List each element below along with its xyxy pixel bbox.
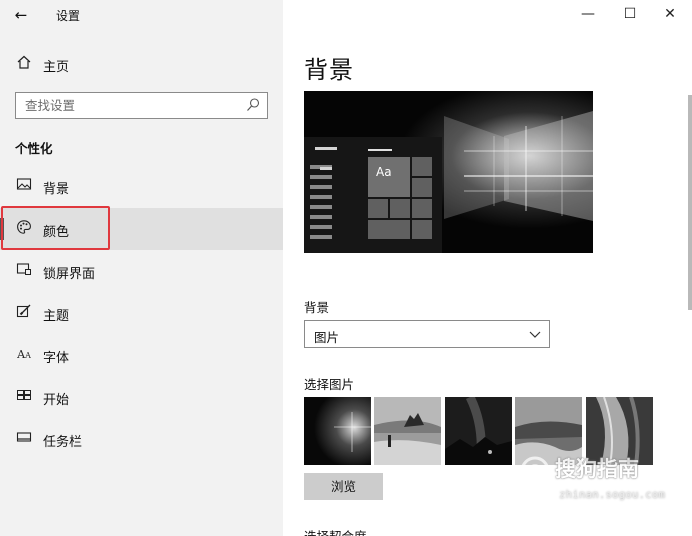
sidebar-item-start[interactable]: 开始 [0, 376, 283, 418]
sidebar-item-background[interactable]: 背景 [0, 165, 283, 207]
preview-bar [310, 215, 332, 219]
preview-bar [310, 175, 332, 179]
preview-tile [412, 157, 432, 176]
picture-thumbnail[interactable] [374, 397, 441, 465]
taskbar-icon [14, 429, 34, 449]
theme-brush-icon [14, 303, 34, 323]
start-icon [14, 387, 34, 407]
picture-icon [14, 176, 34, 196]
preview-bar [310, 235, 332, 239]
search-input[interactable] [16, 93, 236, 118]
back-arrow-icon[interactable]: ← [10, 5, 32, 25]
browse-button[interactable]: 浏览 [304, 473, 383, 500]
content-pane: — ☐ ✕ 背景 Aa 背景 图片 选择图片 浏览 搜狗指南 zhinan.so… [283, 0, 692, 536]
sidebar-item-label: 主题 [43, 309, 70, 324]
chevron-down-icon [528, 327, 542, 341]
preview-line [315, 147, 337, 150]
app-title: 设置 [56, 9, 81, 23]
watermark-text: 搜狗指南 [555, 457, 639, 481]
sidebar: ← 设置 主页 个性化 背景 颜色 锁屏界面 [0, 0, 283, 536]
titlebar-left: ← 设置 [0, 0, 283, 30]
start-menu-preview: Aa [304, 137, 442, 253]
picture-thumbnail[interactable] [304, 397, 371, 465]
sidebar-item-label: 任务栏 [43, 435, 83, 450]
close-button[interactable]: ✕ [655, 3, 685, 25]
sidebar-item-theme[interactable]: 主题 [0, 292, 283, 334]
home-icon [14, 54, 34, 74]
font-icon: AA [17, 348, 31, 361]
search-box[interactable] [15, 92, 268, 119]
choose-picture-label: 选择图片 [304, 377, 355, 392]
sidebar-item-lock-screen[interactable]: 锁屏界面 [0, 250, 283, 292]
sidebar-item-label: 字体 [43, 351, 70, 366]
preview-bar [310, 195, 332, 199]
preview-line [320, 167, 332, 170]
preview-tile [368, 220, 410, 239]
preview-bar [310, 225, 332, 229]
background-preview: Aa [304, 91, 593, 253]
annotation-highlight [1, 206, 110, 250]
sidebar-item-label: 锁屏界面 [43, 267, 96, 282]
background-type-dropdown[interactable]: 图片 [304, 320, 550, 348]
sidebar-item-taskbar[interactable]: 任务栏 [0, 418, 283, 460]
preview-bar [310, 205, 332, 209]
picture-thumbnail[interactable] [445, 397, 512, 465]
background-type-label: 背景 [304, 300, 330, 315]
section-header: 个性化 [15, 141, 53, 156]
sidebar-item-label: 背景 [43, 182, 70, 197]
preview-line [368, 149, 392, 151]
minimize-button[interactable]: — [573, 3, 603, 25]
sidebar-item-label: 开始 [43, 393, 70, 408]
preview-bar [310, 185, 332, 189]
page-title: 背景 [304, 56, 354, 84]
preview-tile: Aa [368, 157, 410, 197]
fit-label: 选择契合度 [304, 526, 367, 536]
preview-tile [390, 199, 410, 218]
sidebar-item-home[interactable]: 主页 [0, 50, 283, 78]
lock-screen-icon [14, 261, 34, 281]
watermark: 搜狗指南 zhinan.sogou.com [515, 453, 675, 509]
dropdown-value: 图片 [314, 330, 340, 345]
home-label: 主页 [43, 60, 70, 75]
sidebar-item-font[interactable]: AA 字体 [0, 334, 283, 376]
watermark-url: zhinan.sogou.com [559, 488, 665, 501]
sogou-logo-icon [520, 456, 550, 486]
search-icon[interactable] [245, 97, 261, 113]
preview-tile [412, 199, 432, 218]
preview-tile [412, 220, 432, 239]
preview-tile [368, 199, 388, 218]
preview-tile [412, 178, 432, 197]
maximize-button[interactable]: ☐ [615, 3, 645, 25]
scrollbar[interactable] [688, 95, 692, 310]
